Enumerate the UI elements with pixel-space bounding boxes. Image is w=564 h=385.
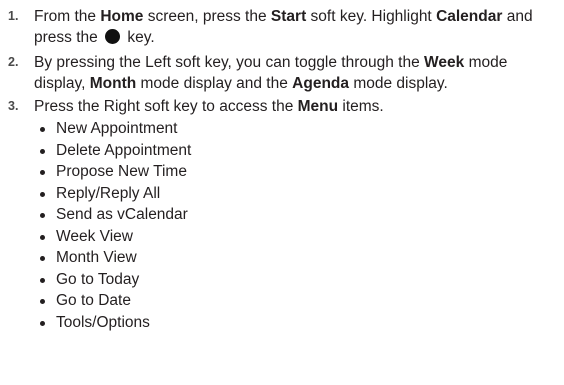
- step-number: 2.: [8, 55, 19, 69]
- bullet-icon: [40, 277, 45, 283]
- bullet-icon: [40, 234, 45, 240]
- bullet-icon: [40, 191, 45, 197]
- bullet-icon: [40, 213, 45, 218]
- step-number: 3.: [8, 99, 19, 113]
- step-number: 1.: [8, 9, 19, 23]
- instruction-document: 1. From the Home screen, press the Start…: [0, 0, 564, 385]
- week-term: Week: [424, 54, 465, 71]
- bullet-icon: [40, 299, 45, 304]
- list-item: Month View: [36, 247, 191, 269]
- step-text: Press the Right soft key to access the M…: [34, 98, 384, 115]
- step-1: 1. From the Home screen, press the Start…: [0, 6, 560, 48]
- month-term: Month: [89, 75, 137, 92]
- center-key-icon: [105, 29, 121, 44]
- list-item: Reply/Reply All: [36, 183, 191, 205]
- home-term: Home: [100, 8, 144, 25]
- bullet-icon: [40, 256, 45, 261]
- list-item: Send as vCalendar: [36, 204, 191, 226]
- step-3: 3. Press the Right soft key to access th…: [0, 96, 560, 117]
- step-text: From the Home screen, press the Start so…: [34, 8, 533, 46]
- menu-term: Menu: [297, 98, 339, 115]
- list-item: Go to Today: [36, 269, 191, 291]
- agenda-term: Agenda: [292, 75, 350, 92]
- bullet-icon: [40, 127, 45, 132]
- list-item: Week View: [36, 226, 191, 248]
- step-2: 2. By pressing the Left soft key, you ca…: [0, 52, 560, 94]
- bullet-icon: [40, 320, 45, 326]
- list-item: Delete Appointment: [36, 140, 191, 162]
- list-item: Go to Date: [36, 290, 191, 312]
- menu-items-list: New Appointment Delete Appointment Propo…: [36, 118, 191, 333]
- step-text: By pressing the Left soft key, you can t…: [34, 54, 508, 92]
- list-item: Propose New Time: [36, 161, 191, 183]
- bullet-icon: [40, 148, 45, 154]
- bullet-icon: [40, 170, 45, 175]
- start-term: Start: [270, 8, 307, 25]
- list-item: Tools/Options: [36, 312, 191, 334]
- calendar-term: Calendar: [436, 8, 503, 25]
- list-item: New Appointment: [36, 118, 191, 140]
